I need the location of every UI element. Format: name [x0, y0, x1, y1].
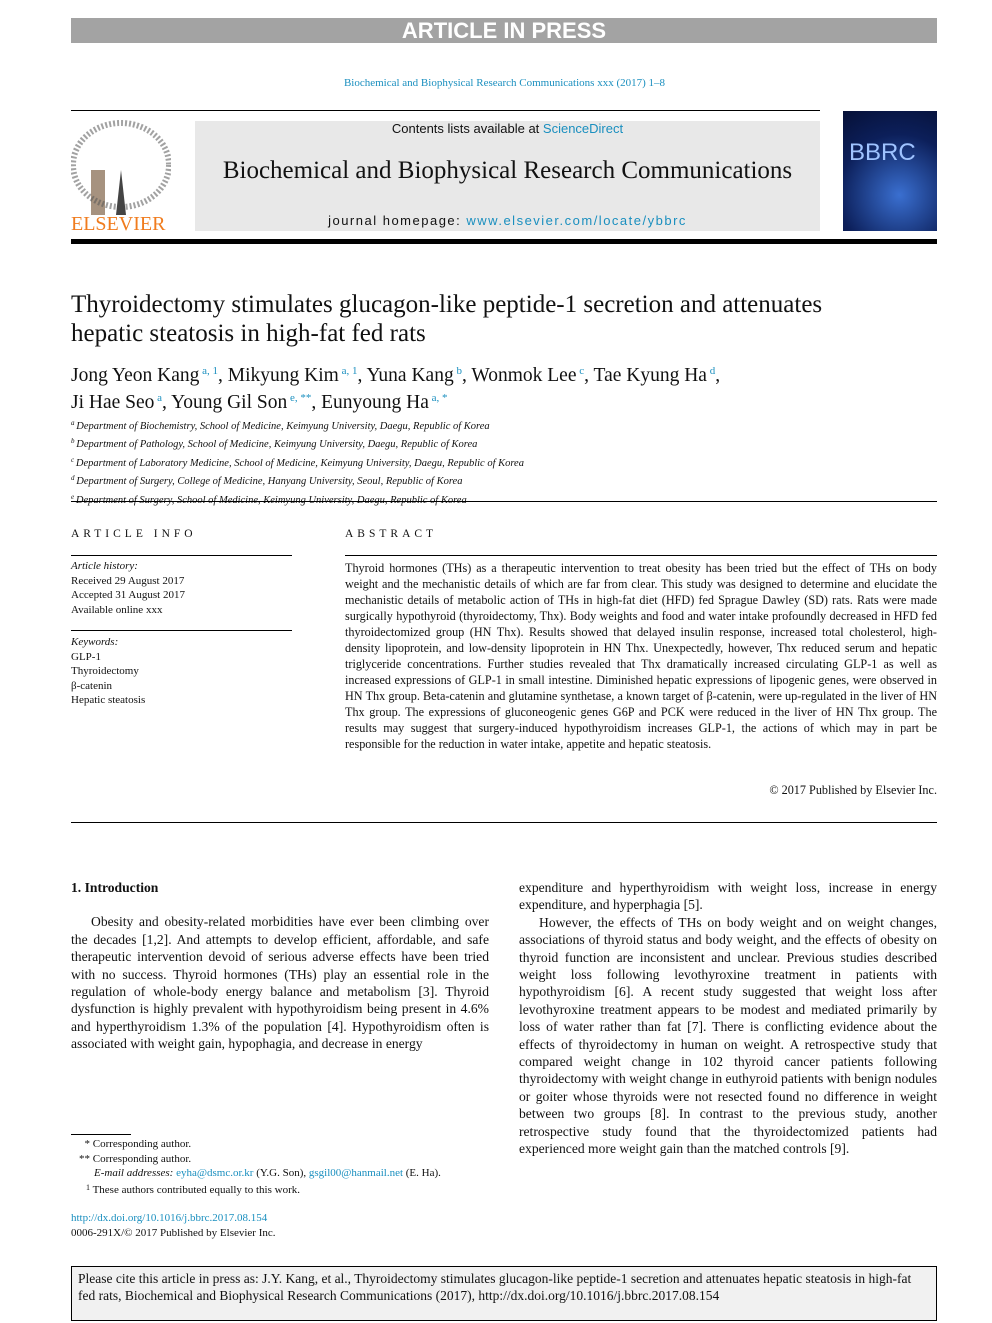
header-rule — [71, 239, 937, 244]
affiliation: b Department of Pathology, School of Med… — [71, 434, 524, 452]
sciencedirect-link[interactable]: ScienceDirect — [543, 121, 623, 136]
intro-paragraph: Obesity and obesity-related morbidities … — [71, 914, 489, 1052]
author-affiliation-marker[interactable]: a, 1 — [199, 365, 218, 377]
divider — [71, 822, 937, 823]
homepage-link[interactable]: www.elsevier.com/locate/ybbrc — [466, 213, 687, 228]
author-affiliation-marker[interactable]: d — [707, 365, 716, 377]
footnote-marker: 1 — [86, 1182, 90, 1192]
issn-copyright: 0006-291X/© 2017 Published by Elsevier I… — [71, 1226, 276, 1239]
cover-title: BBRC — [849, 139, 916, 166]
homepage-prefix: journal homepage: — [328, 213, 467, 228]
doi-block: http://dx.doi.org/10.1016/j.bbrc.2017.08… — [71, 1211, 276, 1240]
author-name[interactable]: Ji Hae Seo — [71, 392, 154, 413]
elsevier-logo[interactable]: ELSEVIER — [70, 120, 172, 235]
accepted-date: Accepted 31 August 2017 — [71, 589, 185, 601]
journal-header-box: Contents lists available at ScienceDirec… — [195, 121, 820, 231]
affiliation-text: Department of Biochemistry, School of Me… — [76, 421, 490, 432]
author-name[interactable]: Mikyung Kim — [228, 365, 339, 386]
intro-paragraph: However, the effects of THs on body weig… — [519, 914, 937, 1157]
article-history: Article history: Received 29 August 2017… — [71, 559, 185, 617]
history-label: Article history: — [71, 560, 138, 572]
citation-box: Please cite this article in press as: J.… — [71, 1266, 937, 1321]
email-label: E-mail addresses: — [94, 1167, 177, 1179]
author-affiliation-marker[interactable]: b — [454, 365, 462, 377]
affiliation: d Department of Surgery, College of Medi… — [71, 471, 524, 489]
doi-link[interactable]: http://dx.doi.org/10.1016/j.bbrc.2017.08… — [71, 1212, 267, 1224]
intro-right-column: expenditure and hyperthyroidism with wei… — [519, 879, 937, 1158]
author-name[interactable]: Tae Kyung Ha — [594, 365, 707, 386]
email-link[interactable]: eyha@dsmc.or.kr — [176, 1167, 253, 1179]
copyright: © 2017 Published by Elsevier Inc. — [769, 783, 937, 797]
footnote-marker: ** — [79, 1152, 90, 1165]
contents-prefix: Contents lists available at — [391, 121, 543, 136]
author-name[interactable]: Jong Yeon Kang — [71, 365, 199, 386]
email-owner: (E. Ha). — [403, 1167, 441, 1179]
author-name[interactable]: Young Gil Son — [171, 392, 287, 413]
affiliations: a Department of Biochemistry, School of … — [71, 416, 524, 508]
affiliation-text: Department of Pathology, School of Medic… — [76, 439, 478, 451]
affiliation: e Department of Surgery, School of Medic… — [71, 490, 524, 508]
author-affiliation-marker[interactable]: a — [154, 392, 162, 404]
email-link[interactable]: gsgil00@hanmail.net — [309, 1167, 403, 1179]
author-name[interactable]: Wonmok Lee — [471, 365, 576, 386]
elsevier-wordmark: ELSEVIER — [71, 213, 166, 232]
article-title: Thyroidectomy stimulates glucagon-like p… — [71, 291, 823, 347]
keyword: β-catenin — [71, 679, 113, 692]
author-affiliation-marker[interactable]: a, 1 — [339, 365, 358, 377]
divider — [71, 110, 820, 111]
author-affiliation-marker[interactable]: e, ** — [287, 392, 311, 404]
journal-name: Biochemical and Biophysical Research Com… — [222, 157, 793, 184]
author-affiliation-marker[interactable]: a, * — [429, 392, 448, 404]
affiliation: a Department of Biochemistry, School of … — [71, 416, 524, 434]
affiliation-text: Department of Surgery, College of Medici… — [76, 476, 463, 488]
email-owner: (Y.G. Son), — [253, 1167, 309, 1179]
article-info-heading: ARTICLE INFO — [71, 528, 197, 540]
author-name[interactable]: Eunyoung Ha — [321, 392, 429, 413]
footnote-rule — [71, 1134, 131, 1135]
divider — [345, 555, 937, 556]
intro-paragraph-continued: expenditure and hyperthyroidism with wei… — [519, 880, 937, 913]
footnote-text: Corresponding author. — [92, 1138, 192, 1150]
article-in-press-banner: ARTICLE IN PRESS — [71, 18, 937, 43]
footnote-text: These authors contributed equally to thi… — [92, 1183, 300, 1196]
intro-heading: 1. Introduction — [71, 880, 159, 895]
abstract-heading: ABSTRACT — [345, 528, 438, 540]
intro-left-column: 1. Introduction Obesity and obesity-rela… — [71, 879, 489, 1053]
divider — [71, 555, 292, 556]
affiliation-text: Department of Laboratory Medicine, Schoo… — [75, 457, 524, 469]
footnote-marker: * — [84, 1138, 91, 1150]
keywords: Keywords: GLP-1 Thyroidectomy β-catenin … — [71, 635, 145, 708]
author-affiliation-marker[interactable]: c — [576, 365, 584, 377]
author-list: Jong Yeon Kang a, 1, Mikyung Kim a, 1, Y… — [71, 365, 721, 413]
footnote-text: Corresponding author. — [92, 1152, 192, 1165]
online-date: Available online xxx — [71, 603, 163, 616]
journal-cover-image[interactable]: BBRC — [843, 111, 937, 231]
journal-reference[interactable]: Biochemical and Biophysical Research Com… — [0, 77, 992, 89]
author-name[interactable]: Yuna Kang — [367, 365, 454, 386]
received-date: Received 29 August 2017 — [71, 574, 185, 587]
keyword: GLP-1 — [71, 650, 101, 663]
keyword: Thyroidectomy — [71, 665, 139, 677]
abstract-text: Thyroid hormones (THs) as a therapeutic … — [345, 561, 937, 751]
keyword: Hepatic steatosis — [71, 694, 146, 706]
footnotes: * Corresponding author. ** Corresponding… — [71, 1137, 441, 1197]
divider — [71, 501, 937, 502]
divider — [71, 630, 292, 631]
affiliation: c Department of Laboratory Medicine, Sch… — [71, 453, 524, 471]
keywords-label: Keywords: — [71, 636, 119, 648]
